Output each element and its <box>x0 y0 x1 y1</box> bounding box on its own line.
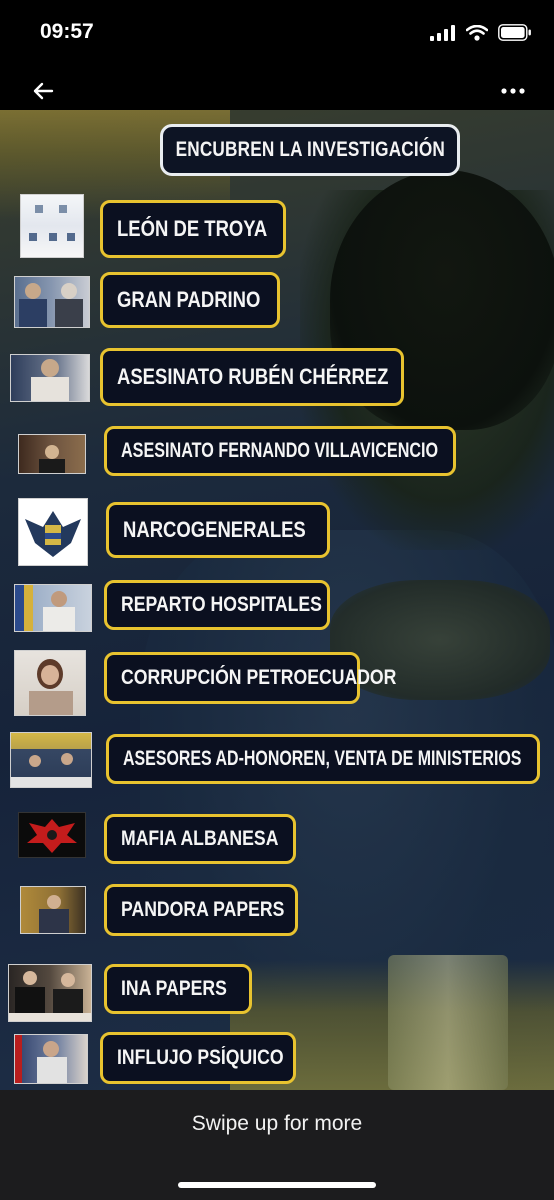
post-title-box: ENCUBREN LA INVESTIGACIÓN <box>160 124 460 176</box>
topic-label: ASESORES AD-HONOREN, VENTA DE MINISTERIO… <box>123 747 522 770</box>
status-icons <box>430 24 532 41</box>
home-indicator[interactable] <box>178 1182 376 1188</box>
topic-mafia-albanesa[interactable]: MAFIA ALBANESA <box>104 814 296 864</box>
topic-label: REPARTO HOSPITALES <box>121 593 322 616</box>
nav-bar <box>0 70 554 110</box>
topic-label: INFLUJO PSÍQUICO <box>117 1046 284 1069</box>
topic-gran-padrino[interactable]: GRAN PADRINO <box>100 272 280 328</box>
thumbnail-ina-papers <box>8 964 92 1022</box>
thumbnail-mafia-albanesa <box>18 812 86 858</box>
topic-label: MAFIA ALBANESA <box>121 827 279 850</box>
swipe-up-prompt[interactable]: Swipe up for more <box>0 1112 554 1136</box>
topic-label: INA PAPERS <box>121 977 227 1000</box>
topic-narcogenerales[interactable]: NARCOGENERALES <box>106 502 330 558</box>
status-bar: 09:57 <box>0 0 554 70</box>
topic-ina-papers[interactable]: INA PAPERS <box>104 964 252 1014</box>
topic-asesinato-ruben-cherrez[interactable]: ASESINATO RUBÉN CHÉRREZ <box>100 348 404 406</box>
ellipsis-icon <box>501 88 525 94</box>
topic-label: NARCOGENERALES <box>123 517 306 542</box>
topic-asesores-ad-honoren[interactable]: ASESORES AD-HONOREN, VENTA DE MINISTERIO… <box>106 734 540 784</box>
topic-corrupcion-petroecuador[interactable]: CORRUPCIÓN PETROECUADOR <box>104 652 396 704</box>
police-emblem-icon <box>25 511 81 557</box>
topic-label: CORRUPCIÓN PETROECUADOR <box>121 666 397 689</box>
cellular-signal-icon <box>430 24 455 41</box>
topic-label: ASESINATO FERNANDO VILLAVICENCIO <box>121 439 439 462</box>
topic-label: GRAN PADRINO <box>117 287 261 312</box>
topic-label: LEÓN DE TROYA <box>117 216 268 241</box>
arrow-left-icon <box>33 82 54 100</box>
topic-pandora-papers[interactable]: PANDORA PAPERS <box>104 884 298 936</box>
more-options-button[interactable] <box>498 78 528 104</box>
thumbnail-reparto-hospitales <box>14 584 92 632</box>
topic-reparto-hospitales[interactable]: REPARTO HOSPITALES <box>104 580 330 630</box>
topic-label: PANDORA PAPERS <box>121 898 285 921</box>
thumbnail-leon-de-troya <box>20 194 84 258</box>
thumbnail-gran-padrino <box>14 276 90 328</box>
post-image: ENCUBREN LA INVESTIGACIÓN LEÓN DE TROYA … <box>0 110 554 1090</box>
post-title: ENCUBREN LA INVESTIGACIÓN <box>175 138 445 161</box>
thumbnail-asesores-ad-honoren <box>10 732 92 788</box>
topic-influjo-psiquico[interactable]: INFLUJO PSÍQUICO <box>100 1032 296 1084</box>
thumbnail-asesinato-fernando-villavicencio <box>18 434 86 474</box>
thumbnail-narcogenerales <box>18 498 88 566</box>
thumbnail-pandora-papers <box>20 886 86 934</box>
bottom-bar: Swipe up for more <box>0 1090 554 1200</box>
thumbnail-influjo-psiquico <box>14 1034 88 1084</box>
battery-icon <box>498 24 531 41</box>
thumbnail-corrupcion-petroecuador <box>14 650 86 716</box>
background-glass <box>388 955 508 1090</box>
wifi-icon <box>466 24 488 41</box>
status-time: 09:57 <box>40 20 94 43</box>
topic-leon-de-troya[interactable]: LEÓN DE TROYA <box>100 200 286 258</box>
albanian-eagle-icon <box>27 819 77 853</box>
topic-label: ASESINATO RUBÉN CHÉRREZ <box>117 364 389 389</box>
back-button[interactable] <box>28 76 58 106</box>
topic-asesinato-fernando-villavicencio[interactable]: ASESINATO FERNANDO VILLAVICENCIO <box>104 426 456 476</box>
thumbnail-asesinato-ruben-cherrez <box>10 354 90 402</box>
